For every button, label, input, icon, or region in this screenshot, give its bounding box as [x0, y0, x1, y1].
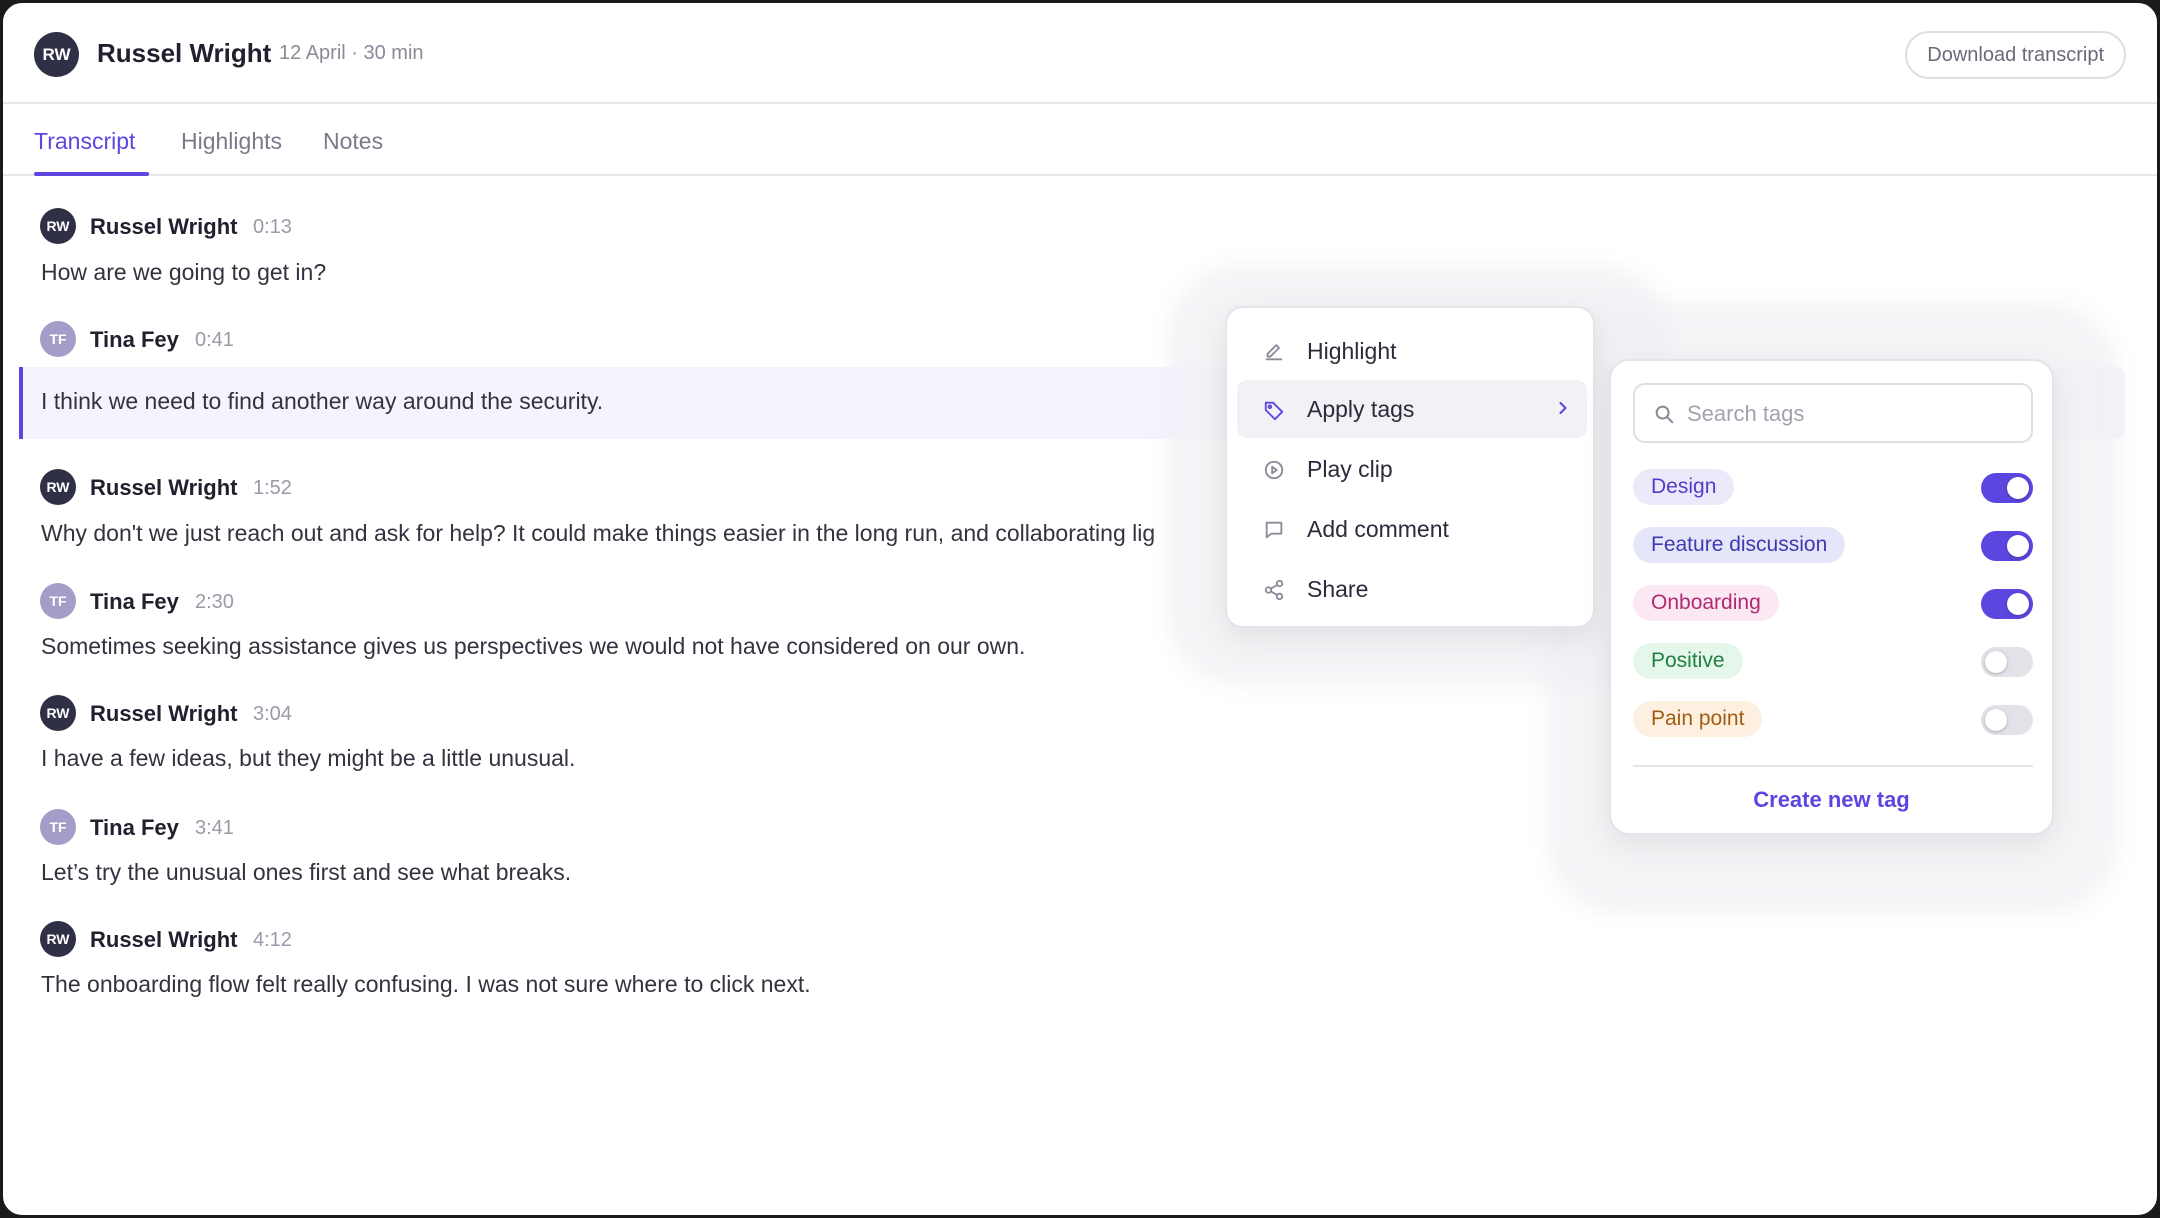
tag-row-positive: Positive [1633, 643, 2033, 679]
comment-icon [1265, 521, 1283, 539]
tag-toggle-onboarding[interactable] [1981, 589, 2033, 619]
avatar: TF [40, 321, 76, 357]
transcript-text[interactable]: I have a few ideas, but they might be a … [41, 745, 575, 772]
speaker-name: Russel Wright [90, 701, 238, 726]
active-tab-indicator [34, 172, 149, 176]
menu-item-highlight[interactable]: Highlight [1237, 322, 1587, 380]
tag-row-design: Design [1633, 469, 2033, 505]
menu-item-play-clip[interactable]: Play clip [1237, 440, 1587, 498]
menu-item-label: Apply tags [1307, 396, 1415, 422]
menu-item-label: Highlight [1307, 338, 1397, 364]
tag-icon [1264, 401, 1284, 421]
timestamp[interactable]: 1:52 [253, 477, 292, 500]
tag-toggle-feature-discussion[interactable] [1981, 531, 2033, 561]
menu-item-label: Share [1307, 576, 1369, 602]
tag-row-feature-discussion: Feature discussion [1633, 527, 2033, 563]
tag-pill: Positive [1633, 643, 1743, 679]
timestamp[interactable]: 4:12 [253, 929, 292, 952]
context-menu: Highlight Apply tags Play clip Add comme… [1225, 306, 1595, 628]
app-window: RW Russel Wright 12 April · 30 min Downl… [0, 0, 2160, 1218]
tag-toggle-pain-point[interactable] [1981, 705, 2033, 735]
tag-pill: Onboarding [1633, 585, 1779, 621]
session-meta: 12 April · 30 min [279, 42, 424, 64]
menu-item-label: Add comment [1307, 516, 1449, 542]
avatar: TF [40, 583, 76, 619]
menu-item-label: Play clip [1307, 456, 1393, 482]
tab-highlights[interactable]: Highlights [181, 128, 282, 155]
speaker-name: Russel Wright [90, 475, 238, 500]
menu-item-share[interactable]: Share [1237, 560, 1587, 618]
menu-item-apply-tags[interactable]: Apply tags [1237, 380, 1587, 438]
create-new-tag-button[interactable]: Create new tag [1611, 787, 2052, 813]
search-icon [1655, 405, 1674, 424]
timestamp[interactable]: 2:30 [195, 591, 234, 614]
tab-bar: Transcript Highlights Notes [3, 104, 2157, 176]
tag-row-pain-point: Pain point [1633, 701, 2033, 737]
transcript-text[interactable]: How are we going to get in? [41, 259, 326, 286]
speaker-name: Tina Fey [90, 589, 179, 614]
avatar: RW [40, 695, 76, 731]
tab-transcript[interactable]: Transcript [34, 128, 135, 155]
tag-pill: Design [1633, 469, 1735, 505]
timestamp[interactable]: 3:04 [253, 703, 292, 726]
page-header: RW Russel Wright 12 April · 30 min Downl… [3, 3, 2157, 104]
avatar: TF [40, 809, 76, 845]
speaker-name: Russel Wright [90, 214, 238, 239]
transcript-text[interactable]: Sometimes seeking assistance gives us pe… [41, 633, 1025, 660]
timestamp[interactable]: 0:13 [253, 216, 292, 239]
search-tags-input[interactable] [1687, 395, 2017, 433]
avatar: RW [40, 208, 76, 244]
transcript-text[interactable]: Why don't we just reach out and ask for … [41, 520, 1155, 547]
search-box [1633, 383, 2033, 443]
download-transcript-button[interactable]: Download transcript [1905, 31, 2126, 79]
divider [1633, 765, 2033, 767]
speaker-name: Tina Fey [90, 327, 179, 352]
tab-notes[interactable]: Notes [323, 128, 383, 155]
tag-toggle-design[interactable] [1981, 473, 2033, 503]
tag-row-onboarding: Onboarding [1633, 585, 2033, 621]
avatar: RW [40, 469, 76, 505]
tag-toggle-positive[interactable] [1981, 647, 2033, 677]
chevron-right-icon [1559, 401, 1567, 415]
transcript-text[interactable]: I think we need to find another way arou… [41, 388, 603, 415]
transcript-text[interactable]: The onboarding flow felt really confusin… [41, 971, 811, 998]
menu-item-add-comment[interactable]: Add comment [1237, 500, 1587, 558]
pencil-icon [1265, 344, 1283, 361]
play-circle-icon [1264, 460, 1284, 480]
tags-panel: Design Feature discussion Onboarding Pos… [1609, 359, 2054, 835]
avatar: RW [40, 921, 76, 957]
avatar: RW [34, 32, 79, 77]
timestamp[interactable]: 3:41 [195, 817, 234, 840]
page-title: Russel Wright [97, 38, 272, 68]
transcript-text[interactable]: Let’s try the unusual ones first and see… [41, 859, 571, 886]
share-icon [1264, 579, 1284, 601]
timestamp[interactable]: 0:41 [195, 329, 234, 352]
tag-pill: Feature discussion [1633, 527, 1846, 563]
speaker-name: Tina Fey [90, 815, 179, 840]
tag-pill: Pain point [1633, 701, 1763, 737]
speaker-name: Russel Wright [90, 927, 238, 952]
